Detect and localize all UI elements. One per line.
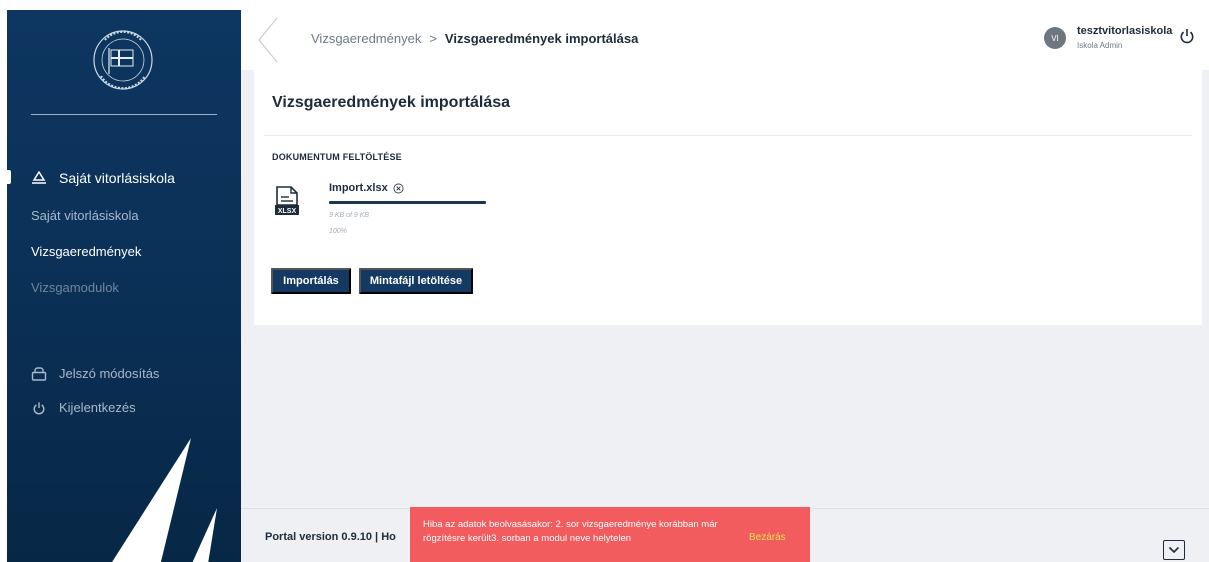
- sidebar: Saját vitorlásiskola Saját vitorlásiskol…: [7, 10, 241, 562]
- file-badge: XLSX: [278, 208, 297, 215]
- import-card: Vizsgaeredmények importálása DOKUMENTUM …: [254, 70, 1202, 325]
- breadcrumb: Vizsgaeredmények > Vizsgaeredmények impo…: [311, 31, 638, 46]
- chevron-left-icon[interactable]: [255, 16, 281, 64]
- breadcrumb-parent[interactable]: Vizsgaeredmények: [311, 31, 421, 46]
- power-icon: [33, 401, 45, 414]
- top-bar: Vizsgaeredmények > Vizsgaeredmények impo…: [241, 10, 1209, 70]
- breadcrumb-separator: >: [429, 31, 437, 46]
- chevron-down-icon: [1168, 546, 1180, 554]
- sails-decoration: [112, 438, 217, 562]
- import-button[interactable]: Importálás: [271, 268, 351, 294]
- footer-expand-button[interactable]: [1163, 540, 1185, 560]
- download-template-button[interactable]: Mintafájl letöltése: [359, 268, 473, 294]
- password-change-label: Jelszó módosítás: [59, 366, 160, 381]
- sailboat-icon: [32, 171, 46, 184]
- avatar[interactable]: VI: [1044, 27, 1066, 49]
- sidebar-section-header[interactable]: Saját vitorlásiskola: [31, 170, 175, 186]
- xlsx-file-icon: XLSX: [275, 186, 299, 215]
- error-toast: Hiba az adatok beolvasásakor: 2. sor viz…: [410, 507, 810, 562]
- logout-label: Kijelentkezés: [59, 400, 136, 415]
- upload-section-label: DOKUMENTUM FELTÖLTÉSE: [272, 152, 402, 162]
- sidebar-item-sajat-vitorlasiskola[interactable]: Saját vitorlásiskola: [31, 208, 139, 223]
- logout-link[interactable]: Kijelentkezés: [31, 400, 136, 415]
- active-indicator: [7, 170, 11, 184]
- close-circle-icon[interactable]: [393, 183, 404, 194]
- sidebar-divider: [31, 114, 217, 115]
- sidebar-section-label: Saját vitorlásiskola: [59, 170, 175, 186]
- lock-icon: [31, 366, 47, 381]
- sidebar-item-vizsgaeredmenyek[interactable]: Vizsgaeredmények: [31, 244, 141, 259]
- card-divider: [264, 135, 1192, 136]
- breadcrumb-current: Vizsgaeredmények importálása: [444, 31, 639, 46]
- upload-percent: 100%: [329, 228, 347, 235]
- user-role: Iskola Admin: [1077, 41, 1123, 50]
- file-name: Import.xlsx: [329, 182, 388, 194]
- file-name-row: Import.xlsx: [329, 182, 404, 194]
- user-name[interactable]: tesztvitorlasiskola: [1077, 25, 1172, 37]
- toast-close-button[interactable]: Bezárás: [749, 532, 786, 543]
- error-message: Hiba az adatok beolvasásakor: 2. sor viz…: [423, 519, 718, 544]
- footer-version-text: Portal version 0.9.10 | Ho: [265, 531, 396, 543]
- password-change-link[interactable]: Jelszó módosítás: [31, 366, 159, 381]
- file-size: 9 KB of 9 KB: [329, 212, 370, 219]
- power-icon[interactable]: [1179, 28, 1195, 44]
- page-title: Vizsgaeredmények importálása: [272, 94, 511, 111]
- sidebar-item-vizsgamodulok[interactable]: Vizsgamodulok: [31, 280, 119, 295]
- logo: [93, 30, 153, 90]
- upload-progress-bar: [329, 201, 486, 204]
